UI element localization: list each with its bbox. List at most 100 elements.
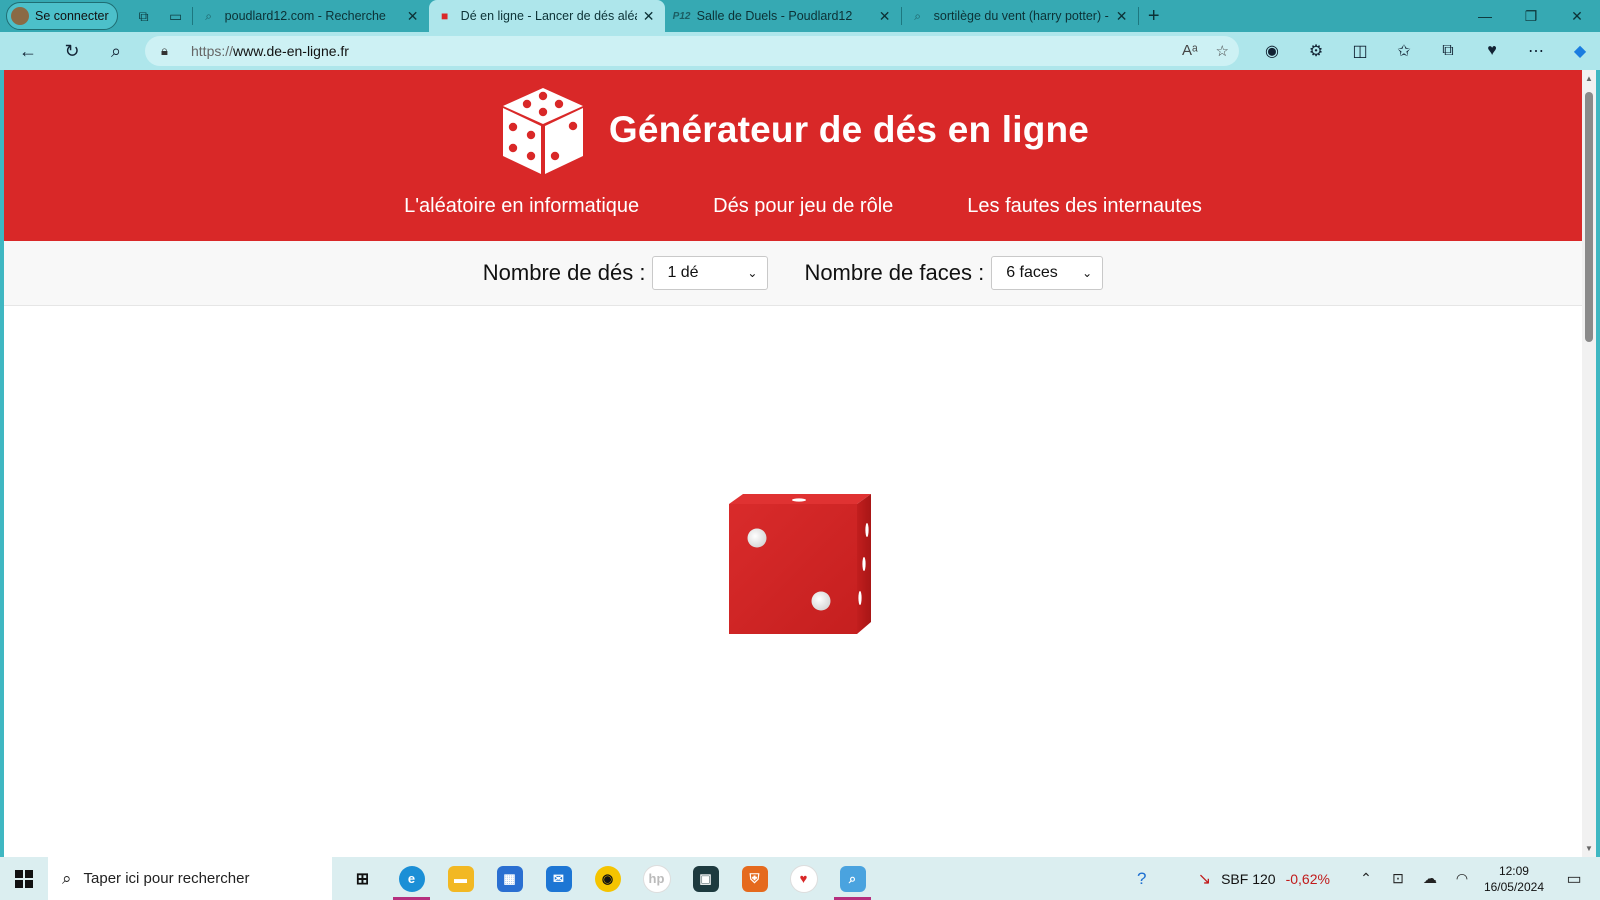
tab-actions-icon[interactable]: ▭ xyxy=(160,0,192,32)
close-window-icon[interactable]: ✕ xyxy=(1554,0,1600,32)
rolled-die[interactable] xyxy=(719,494,879,644)
faces-label: Nombre de faces : xyxy=(804,260,985,285)
clock-date: 16/05/2024 xyxy=(1483,879,1544,894)
notification-icon[interactable]: ▭ xyxy=(1558,869,1590,889)
collections-icon[interactable]: ⧉ xyxy=(1426,42,1470,60)
windows-start-icon[interactable] xyxy=(0,857,48,900)
close-icon[interactable]: ✕ xyxy=(405,8,421,25)
microsoft-store-icon[interactable]: ▦ xyxy=(485,857,534,900)
more-icon[interactable]: ⋯ xyxy=(1514,41,1558,61)
site-menu: L'aléatoire en informatique Dés pour jeu… xyxy=(4,195,1582,218)
tab-title: Salle de Duels - Poudlard12 xyxy=(696,9,853,23)
file-explorer-icon[interactable]: ▬ xyxy=(436,857,485,900)
restore-icon[interactable]: ❐ xyxy=(1508,0,1554,32)
tab-title: Dé en ligne - Lancer de dés aléat xyxy=(460,9,637,23)
search-icon: ⌕ xyxy=(914,8,922,23)
hp-icon[interactable]: hp xyxy=(632,857,681,900)
workspaces-icon[interactable]: ⧉ xyxy=(128,0,160,32)
url-scheme: https:// xyxy=(191,43,234,59)
chevron-down-icon: ⌄ xyxy=(747,266,758,280)
browser-nav-bar: ← ↻ ⌕ 🔒︎ https://www.de-en-ligne.fr Aᵃ ☆… xyxy=(0,32,1600,70)
address-actions: Aᵃ ☆ xyxy=(1182,42,1229,60)
taskbar-search-box[interactable]: ⌕ Taper ici pour rechercher xyxy=(48,857,332,900)
norton-icon[interactable]: ◉ xyxy=(583,857,632,900)
stock-widget[interactable]: ↘ SBF 120 -0,62% xyxy=(1198,869,1330,889)
scroll-down-icon[interactable]: ▼ xyxy=(1582,844,1596,853)
tab-de-en-ligne[interactable]: ■ Dé en ligne - Lancer de dés aléat ✕ xyxy=(428,0,665,32)
help-icon[interactable]: ? xyxy=(1126,869,1158,889)
search-icon: ⌕ xyxy=(205,8,213,23)
page-scrollbar[interactable]: ▲ ▼ xyxy=(1582,70,1596,857)
refresh-icon[interactable]: ↻ xyxy=(50,32,94,70)
windows-taskbar: ⌕ Taper ici pour rechercher ⊞ e ▬ ▦ ✉ ◉ … xyxy=(0,857,1600,900)
rewards-app-icon[interactable]: ♥ xyxy=(779,857,828,900)
task-view-icon[interactable]: ⊞ xyxy=(338,857,387,900)
performance-icon[interactable]: ♥ xyxy=(1470,42,1514,60)
address-bar[interactable]: 🔒︎ https://www.de-en-ligne.fr Aᵃ ☆ xyxy=(145,36,1239,66)
tab-salle-de-duels[interactable]: P12 Salle de Duels - Poudlard12 ✕ xyxy=(665,0,901,32)
dice-icon: ■ xyxy=(441,9,449,23)
close-icon[interactable]: ✕ xyxy=(1114,8,1130,25)
close-icon[interactable]: ✕ xyxy=(877,8,893,25)
clock-time: 12:09 xyxy=(1498,863,1529,878)
mail-icon[interactable]: ✉ xyxy=(534,857,583,900)
dice-count-select[interactable]: 1 dé ⌄ xyxy=(652,256,769,290)
menu-link-aleatoire[interactable]: L'aléatoire en informatique xyxy=(404,195,639,218)
window-controls: — ❐ ✕ xyxy=(1462,0,1600,32)
edge-app-icon[interactable]: e xyxy=(387,857,436,900)
tab-recherche[interactable]: ⌕ poudlard12.com - Recherche ✕ xyxy=(193,0,429,32)
clock[interactable]: 12:09 16/05/2024 xyxy=(1484,863,1544,895)
profile-button[interactable]: Se connecter xyxy=(6,2,118,30)
system-tray: ? ↘ SBF 120 -0,62% ⌃ ⊡ ☁ ◠ 12:09 16/05/2… xyxy=(1126,857,1600,900)
meet-now-icon[interactable]: ⊡ xyxy=(1382,870,1414,887)
site-logo-row: Générateur de dés en ligne xyxy=(4,84,1582,176)
close-icon[interactable]: ✕ xyxy=(641,8,657,25)
menu-link-fautes[interactable]: Les fautes des internautes xyxy=(967,195,1202,218)
media-app-icon[interactable]: ▣ xyxy=(681,857,730,900)
scrollbar-thumb[interactable] xyxy=(1585,92,1593,342)
favorites-icon[interactable]: ✩ xyxy=(1382,41,1426,61)
back-icon[interactable]: ← xyxy=(6,32,50,70)
stock-change: -0,62% xyxy=(1285,870,1330,887)
p12-icon: P12 xyxy=(672,10,691,22)
faces-select[interactable]: 6 faces ⌄ xyxy=(991,256,1104,290)
tab-title: poudlard12.com - Recherche xyxy=(224,9,386,23)
faces-value: 6 faces xyxy=(1006,264,1058,281)
die-graphic xyxy=(729,494,871,634)
avatar xyxy=(11,7,29,25)
dice-logo-icon xyxy=(502,88,583,174)
split-screen-icon[interactable]: ◫ xyxy=(1338,41,1382,61)
web-page: Générateur de dés en ligne L'aléatoire e… xyxy=(4,70,1582,857)
stock-name: SBF 120 xyxy=(1221,870,1276,887)
extensions-icon[interactable]: ⚙ xyxy=(1294,41,1338,61)
profile-label: Se connecter xyxy=(35,9,109,23)
favorite-star-icon[interactable]: ☆ xyxy=(1216,42,1229,60)
lock-icon: 🔒︎ xyxy=(161,43,168,58)
read-aloud-icon[interactable]: Aᵃ xyxy=(1182,42,1198,60)
chevron-down-icon: ⌄ xyxy=(1082,266,1093,280)
tab-title: sortilège du vent (harry potter) - xyxy=(933,9,1109,23)
copilot-icon[interactable]: ◆ xyxy=(1558,41,1600,61)
url-host: www.de-en-ligne.fr xyxy=(233,43,349,59)
dice-controls: Nombre de dés : 1 dé ⌄ Nombre de faces :… xyxy=(4,241,1582,306)
menu-link-jeu-de-role[interactable]: Dés pour jeu de rôle xyxy=(713,195,893,218)
scroll-up-icon[interactable]: ▲ xyxy=(1582,74,1596,83)
tab-sortilege[interactable]: ⌕ sortilège du vent (harry potter) - ✕ xyxy=(902,0,1138,32)
browser-tab-bar: Se connecter ⧉ ▭ ⌕ poudlard12.com - Rech… xyxy=(0,0,1600,32)
browser-essentials-icon[interactable]: ◉ xyxy=(1250,41,1294,61)
stock-chart-icon: ↘ xyxy=(1197,870,1212,888)
search-icon[interactable]: ⌕ xyxy=(94,32,138,70)
taskbar-apps: ⊞ e ▬ ▦ ✉ ◉ hp ▣ ⛨ ♥ ⌕ xyxy=(338,857,877,900)
security-app-icon[interactable]: ⛨ xyxy=(730,857,779,900)
minimize-icon[interactable]: — xyxy=(1462,0,1508,32)
taskbar-search-placeholder: Taper ici pour rechercher xyxy=(83,870,250,887)
new-tab-button[interactable]: + xyxy=(1139,5,1169,28)
onedrive-icon[interactable]: ☁ xyxy=(1414,870,1446,887)
site-title: Générateur de dés en ligne xyxy=(608,109,1090,150)
chevron-up-icon[interactable]: ⌃ xyxy=(1350,870,1382,887)
dice-count-value: 1 dé xyxy=(667,264,699,281)
search-icon: ⌕ xyxy=(62,868,72,888)
remote-app-icon[interactable]: ⌕ xyxy=(828,857,877,900)
wifi-icon[interactable]: ◠ xyxy=(1446,870,1478,887)
url-text: https://www.de-en-ligne.fr xyxy=(191,43,349,59)
